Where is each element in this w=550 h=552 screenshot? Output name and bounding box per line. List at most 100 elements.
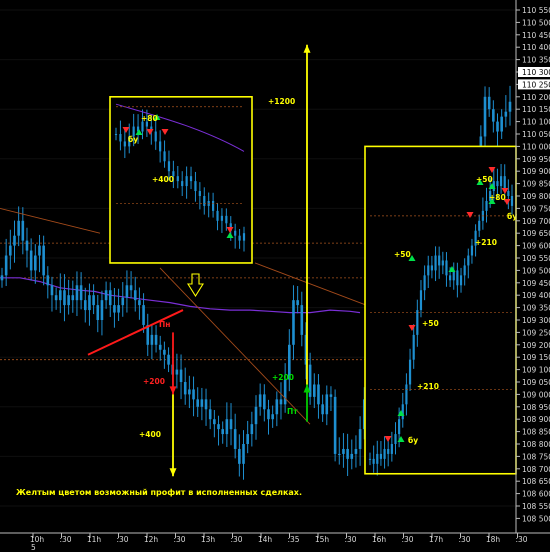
candle-body bbox=[220, 215, 224, 221]
candle-body bbox=[185, 176, 188, 187]
candle-body bbox=[154, 334, 158, 345]
label-box2-plus-50-a: +50 bbox=[394, 250, 411, 259]
candle-body bbox=[141, 121, 144, 132]
candle-body bbox=[217, 424, 220, 430]
candle-body bbox=[0, 275, 4, 281]
y-tick-label: 110 100 bbox=[522, 118, 550, 127]
label-friday: Пт bbox=[287, 407, 298, 416]
candle-body bbox=[233, 429, 237, 449]
candle-body bbox=[158, 344, 162, 350]
y-tick-label: 109 200 bbox=[522, 341, 550, 350]
y-tick-label: 108 500 bbox=[522, 514, 550, 523]
candle-body bbox=[196, 399, 200, 407]
x-tick-label: :30 bbox=[458, 535, 470, 544]
candle-body bbox=[416, 310, 419, 335]
x-tick-label: 15h bbox=[315, 535, 330, 544]
y-tick-label: 110 550 bbox=[522, 6, 550, 15]
candle-body bbox=[271, 414, 274, 420]
candle-body bbox=[133, 290, 137, 301]
candle-body bbox=[346, 448, 349, 459]
candle-body bbox=[198, 191, 201, 196]
y-tick-label: 108 850 bbox=[522, 428, 550, 437]
candle-body bbox=[125, 285, 129, 298]
candle-body bbox=[499, 176, 503, 187]
candle-body bbox=[163, 151, 166, 162]
candle-body bbox=[25, 240, 29, 251]
x-tick-label: :30 bbox=[116, 535, 128, 544]
candle-body bbox=[372, 458, 375, 464]
candle-body bbox=[225, 215, 228, 224]
candle-body bbox=[163, 349, 166, 355]
label-box2-plus-210-b: +210 bbox=[475, 238, 497, 247]
candle-body bbox=[176, 176, 179, 182]
candle-body bbox=[188, 389, 191, 395]
label-plus-200-red: +200 bbox=[143, 377, 165, 386]
candle-body bbox=[329, 394, 333, 397]
y-tick-label: 109 650 bbox=[522, 229, 550, 238]
x-tick-label: 12h bbox=[144, 535, 159, 544]
candle-body bbox=[246, 434, 249, 444]
candle-body bbox=[121, 297, 125, 306]
label-box1-plus-80: +80 bbox=[141, 114, 158, 123]
y-tick-label: 108 950 bbox=[522, 403, 550, 412]
label-box2-plus-80: +80 bbox=[489, 193, 506, 202]
candle-body bbox=[42, 245, 45, 276]
candle-body bbox=[108, 290, 112, 306]
candle-body bbox=[350, 453, 354, 459]
candle-body bbox=[96, 305, 100, 320]
y-tick-label: 109 050 bbox=[522, 378, 550, 387]
candle-body bbox=[150, 334, 154, 345]
y-tick-label: 110 350 bbox=[522, 56, 550, 65]
label-box2-bu-bottom: бу bbox=[408, 436, 418, 445]
candle-body bbox=[483, 96, 487, 137]
candle-body bbox=[189, 176, 193, 182]
candle-body bbox=[467, 255, 470, 266]
y-tick-label: 108 800 bbox=[522, 440, 550, 449]
candle-body bbox=[333, 396, 337, 454]
candle-body bbox=[510, 196, 514, 206]
y-tick-label: 109 550 bbox=[522, 254, 550, 263]
candle-body bbox=[113, 305, 116, 313]
candle-body bbox=[496, 181, 499, 187]
candle-body bbox=[427, 265, 430, 276]
candle-body bbox=[358, 429, 362, 449]
candle-body bbox=[100, 300, 104, 320]
y-tick-label: 110 400 bbox=[522, 43, 550, 52]
candle-body bbox=[263, 394, 266, 410]
y-tick-label: 110 150 bbox=[522, 105, 550, 114]
candle-body bbox=[71, 295, 75, 301]
candle-body bbox=[216, 210, 219, 221]
candle-body bbox=[275, 399, 279, 415]
y-tick-label: 110 500 bbox=[522, 18, 550, 27]
candle-body bbox=[376, 453, 379, 464]
candle-body bbox=[487, 96, 491, 110]
y-tick-label: 109 500 bbox=[522, 266, 550, 275]
candle-body bbox=[317, 384, 320, 405]
candle-body bbox=[292, 300, 295, 345]
candle-body bbox=[383, 448, 386, 459]
x-tick-label: 14h bbox=[258, 535, 273, 544]
candle-body bbox=[390, 444, 393, 454]
candle-body bbox=[258, 394, 262, 407]
candle-body bbox=[212, 200, 215, 211]
candle-body bbox=[54, 295, 58, 301]
candle-body bbox=[405, 384, 408, 405]
y-tick-label: 110 200 bbox=[522, 93, 550, 102]
candle-body bbox=[423, 275, 426, 291]
candle-body bbox=[279, 399, 283, 405]
candle-body bbox=[9, 245, 12, 256]
label-box1-plus-400: +400 bbox=[152, 175, 174, 184]
candle-body bbox=[254, 406, 258, 425]
candle-body bbox=[354, 448, 358, 454]
label-box2-plus-50-b: +50 bbox=[422, 319, 439, 328]
y-tick-label: 108 600 bbox=[522, 490, 550, 499]
candle-body bbox=[203, 196, 206, 206]
y-tick-label: 109 900 bbox=[522, 167, 550, 176]
label-plus-1200: +1200 bbox=[268, 97, 295, 106]
y-tick-label: 110 050 bbox=[522, 130, 550, 139]
x-tick-label: :35 bbox=[287, 535, 299, 544]
candle-body bbox=[200, 399, 204, 407]
candle-body bbox=[342, 448, 345, 454]
candle-body bbox=[181, 181, 184, 187]
label-box2-plus-50-c: +50 bbox=[476, 175, 493, 184]
